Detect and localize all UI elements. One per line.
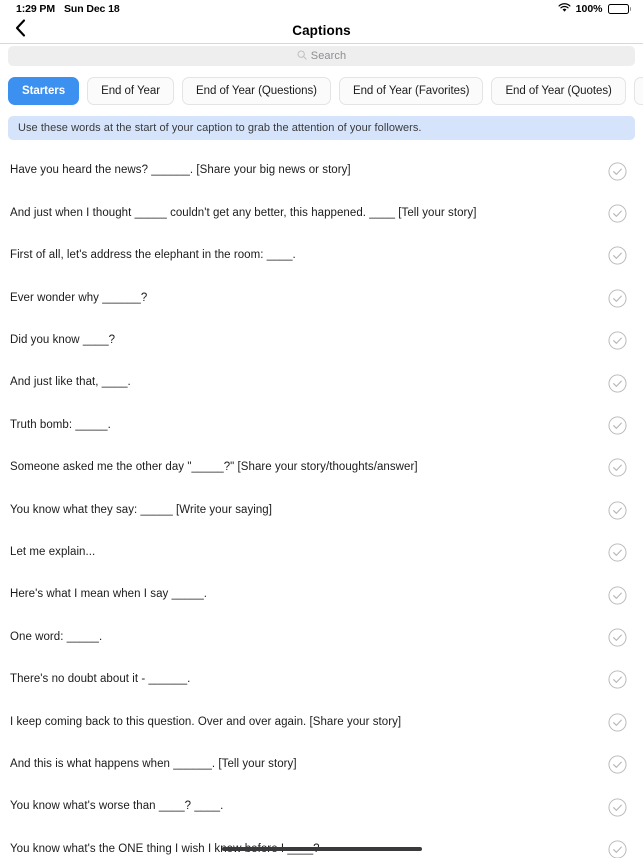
list-item[interactable]: There's no doubt about it - ______. xyxy=(0,658,643,702)
list-item[interactable]: I keep coming back to this question. Ove… xyxy=(0,701,643,744)
battery-icon xyxy=(607,4,631,14)
page-title: Captions xyxy=(292,23,351,38)
caption-text: You know what's worse than ____? ____. xyxy=(10,800,224,813)
caption-text: And just when I thought _____ couldn't g… xyxy=(10,206,477,219)
check-circle-icon[interactable] xyxy=(608,798,627,817)
check-circle-icon[interactable] xyxy=(608,755,627,774)
check-circle-icon[interactable] xyxy=(608,543,627,562)
caption-text: You know what they say: _____ [Write you… xyxy=(10,503,272,516)
status-time: 1:29 PM xyxy=(16,3,55,15)
caption-text: Ever wonder why ______? xyxy=(10,291,148,304)
list-item[interactable]: You know what they say: _____ [Write you… xyxy=(0,489,643,532)
list-item[interactable]: Truth bomb: _____. xyxy=(0,404,643,447)
status-bar-left: 1:29 PM Sun Dec 18 xyxy=(16,3,120,15)
tab-christmas[interactable]: Christmas xyxy=(633,77,643,105)
search-input[interactable]: Search xyxy=(8,46,635,66)
check-circle-icon[interactable] xyxy=(608,713,627,732)
caption-text: Here's what I mean when I say _____. xyxy=(10,588,208,601)
check-circle-icon[interactable] xyxy=(608,416,627,435)
list-item[interactable]: Someone asked me the other day "_____?" … xyxy=(0,446,643,490)
caption-text: Did you know ____? xyxy=(10,334,116,346)
list-item[interactable]: And just when I thought _____ couldn't g… xyxy=(0,192,643,235)
list-item[interactable]: Let me explain... xyxy=(0,531,643,574)
chevron-left-icon xyxy=(15,19,26,42)
check-circle-icon[interactable] xyxy=(608,840,627,858)
check-circle-icon[interactable] xyxy=(608,374,627,393)
search-icon xyxy=(297,47,307,65)
tab-end-of-year-questions[interactable]: End of Year (Questions) xyxy=(182,77,331,105)
caption-text: First of all, let's address the elephant… xyxy=(10,249,296,262)
caption-text: Truth bomb: _____. xyxy=(10,418,111,431)
list-item[interactable]: And just like that, ____. xyxy=(0,361,643,405)
caption-text: And this is what happens when ______. [T… xyxy=(10,757,297,770)
caption-text: Someone asked me the other day "_____?" … xyxy=(10,461,418,474)
list-item[interactable]: Did you know ____? xyxy=(0,319,643,362)
check-circle-icon[interactable] xyxy=(608,628,627,647)
check-circle-icon[interactable] xyxy=(608,289,627,308)
caption-text: One word: _____. xyxy=(10,630,103,643)
caption-text: Let me explain... xyxy=(10,545,96,558)
info-banner: Use these words at the start of your cap… xyxy=(8,116,635,140)
check-circle-icon[interactable] xyxy=(608,458,627,477)
list-item[interactable]: One word: _____. xyxy=(0,616,643,659)
list-item[interactable]: Here's what I mean when I say _____. xyxy=(0,573,643,617)
check-circle-icon[interactable] xyxy=(608,331,627,350)
tab-end-of-year-favorites[interactable]: End of Year (Favorites) xyxy=(338,77,484,105)
status-bar: 1:29 PM Sun Dec 18 100% xyxy=(0,0,643,18)
back-button[interactable] xyxy=(8,19,32,43)
check-circle-icon[interactable] xyxy=(608,670,627,689)
caption-text: And just like that, ____. xyxy=(10,376,131,389)
caption-text: Have you heard the news? ______. [Share … xyxy=(10,164,351,177)
check-circle-icon[interactable] xyxy=(608,501,627,520)
list-item[interactable]: You know what's worse than ____? ____. xyxy=(0,785,643,829)
tab-end-of-year-quotes[interactable]: End of Year (Quotes) xyxy=(491,77,626,105)
list-item[interactable]: Have you heard the news? ______. [Share … xyxy=(0,150,643,193)
list-item[interactable]: You know what's the ONE thing I wish I k… xyxy=(0,828,643,858)
status-bar-right: 100% xyxy=(558,2,631,16)
navigation-bar: Captions xyxy=(0,18,643,44)
tab-end-of-year[interactable]: End of Year xyxy=(87,77,174,105)
tab-starters[interactable]: Starters xyxy=(8,77,80,105)
status-date: Sun Dec 18 xyxy=(63,3,120,15)
list-item[interactable]: First of all, let's address the elephant… xyxy=(0,234,643,278)
check-circle-icon[interactable] xyxy=(608,246,627,265)
battery-percent-label: 100% xyxy=(575,3,603,15)
caption-text: I keep coming back to this question. Ove… xyxy=(10,715,402,728)
caption-text: There's no doubt about it - ______. xyxy=(10,673,191,686)
captions-list[interactable]: Have you heard the news? ______. [Share … xyxy=(0,140,643,858)
check-circle-icon[interactable] xyxy=(608,204,627,223)
list-item[interactable]: And this is what happens when ______. [T… xyxy=(0,743,643,786)
search-bar-container: Search xyxy=(0,44,643,70)
category-tabs[interactable]: Starters End of Year End of Year (Questi… xyxy=(0,70,643,112)
check-circle-icon[interactable] xyxy=(608,586,627,605)
check-circle-icon[interactable] xyxy=(608,162,627,181)
list-item[interactable]: Ever wonder why ______? xyxy=(0,277,643,320)
app-screen: 1:29 PM Sun Dec 18 100% Captions Search … xyxy=(0,0,643,858)
search-placeholder: Search xyxy=(310,50,347,62)
home-indicator xyxy=(221,846,422,851)
wifi-icon xyxy=(558,2,571,16)
